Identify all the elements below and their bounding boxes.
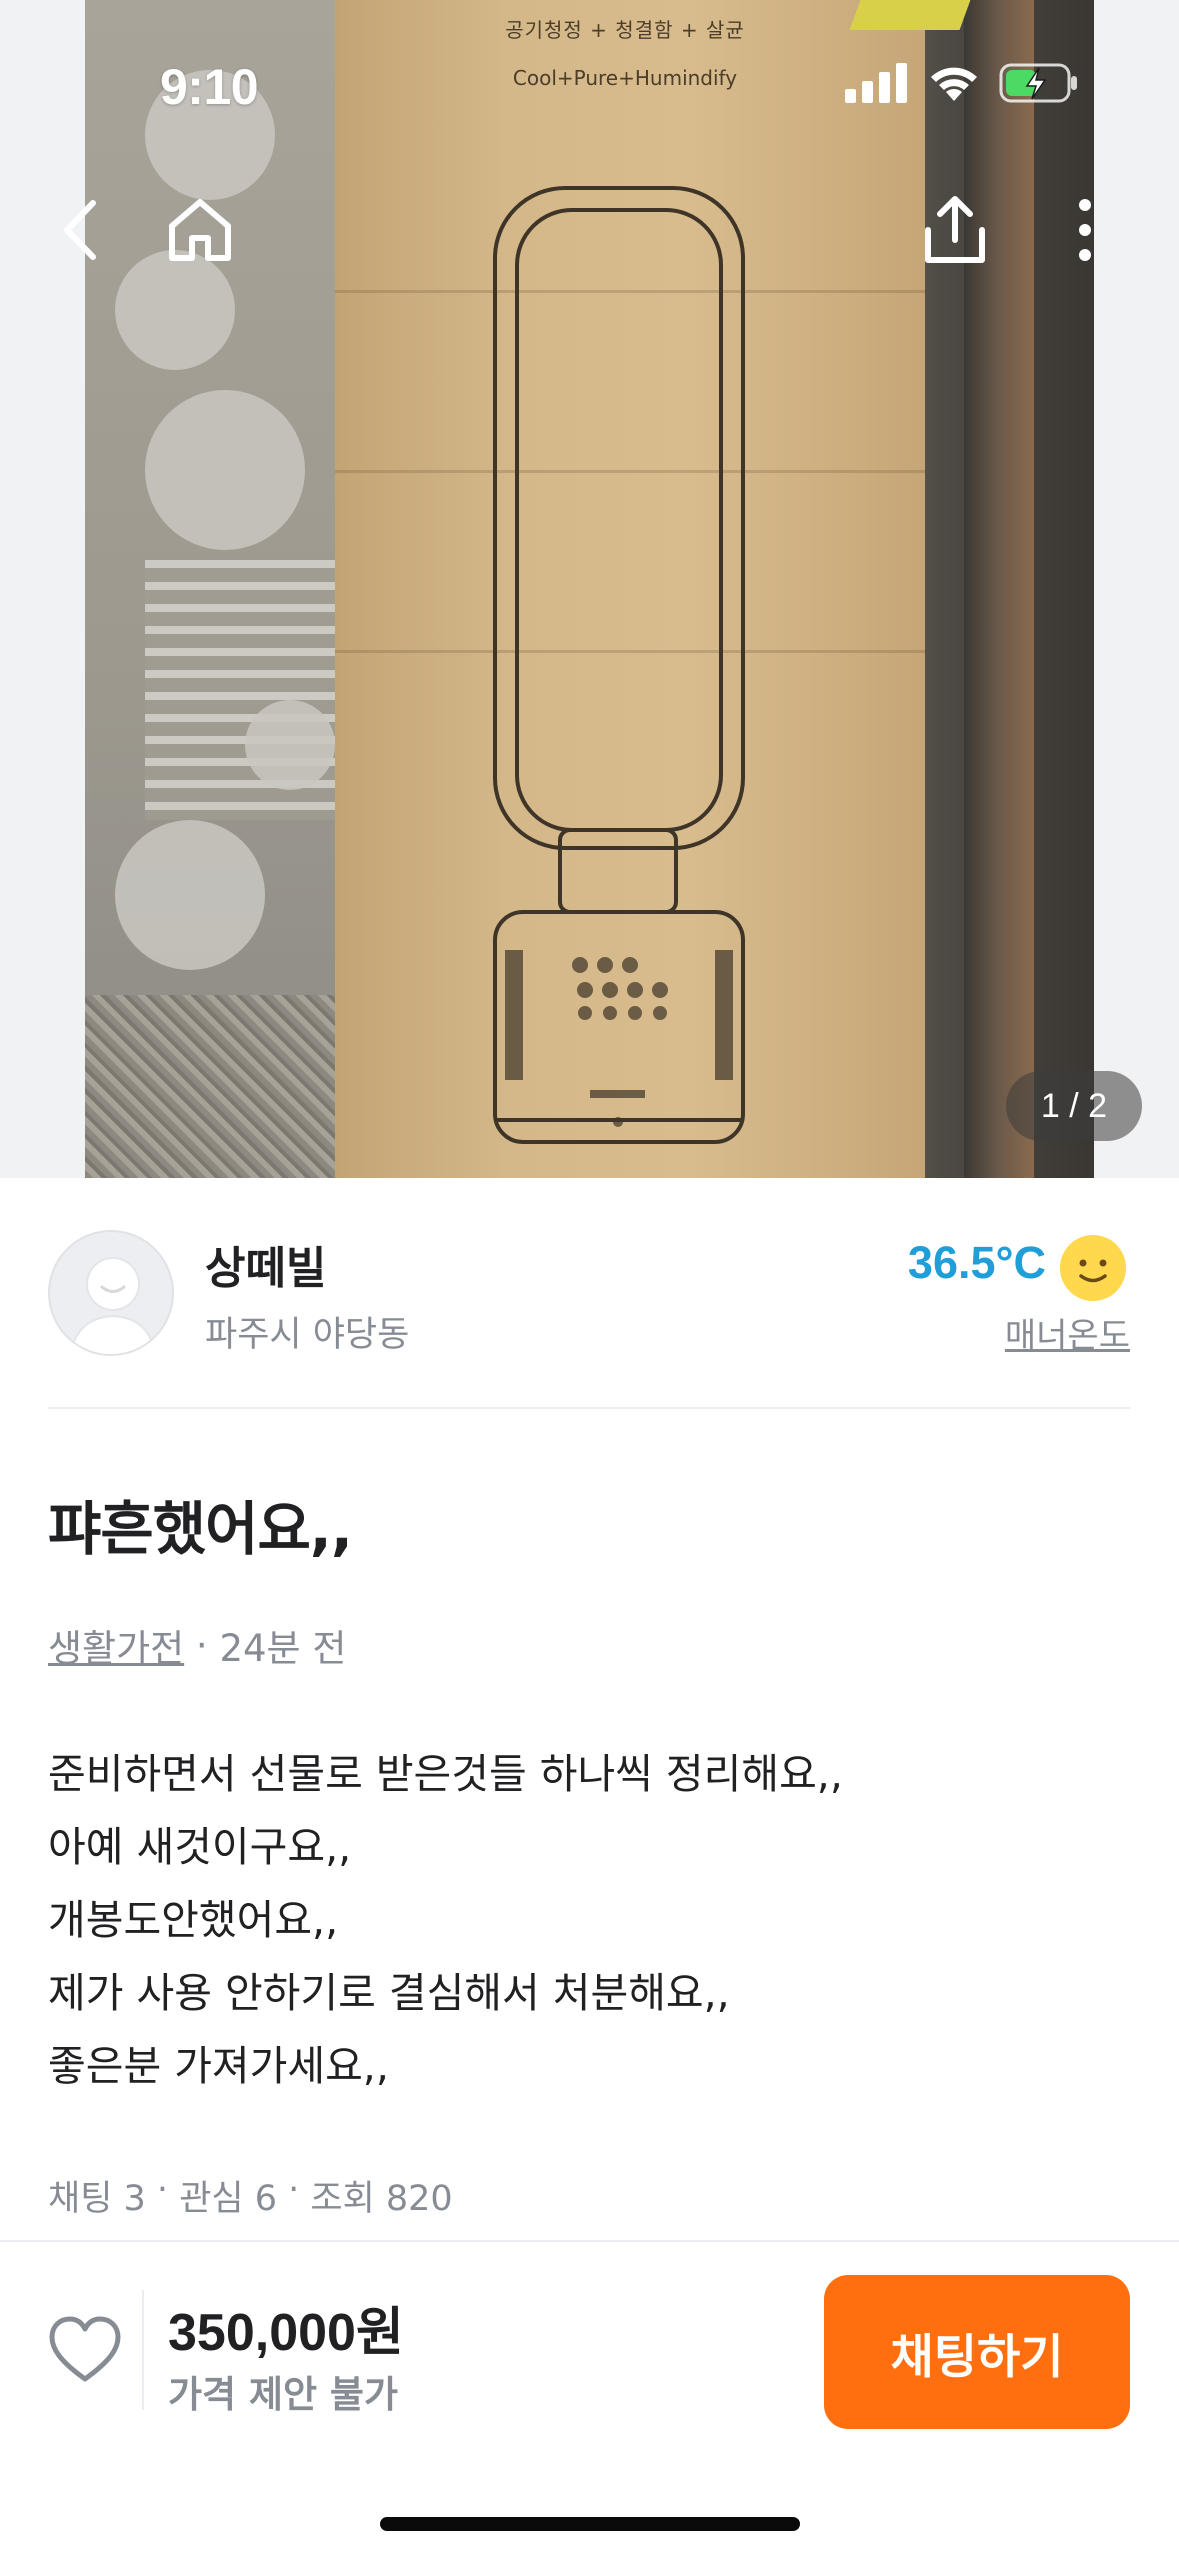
price-offer-status: 가격 제안 불가	[168, 2373, 399, 2416]
description-line: 좋은분 가져가세요,,	[48, 2042, 389, 2090]
share-icon	[925, 196, 985, 263]
cellular-signal-icon	[845, 63, 909, 107]
bottom-bar-separator	[142, 2290, 144, 2410]
default-profile-icon	[69, 1257, 157, 1354]
like-count: 관심 6	[179, 2179, 277, 2219]
product-photo[interactable]: 공기청정 + 청결함 + 살균 Cool+Pure+Humindify	[0, 0, 1179, 1178]
manner-temperature: 36.5°C	[907, 1237, 1046, 1288]
home-button[interactable]	[155, 185, 245, 275]
wifi-icon	[927, 63, 981, 107]
home-indicator[interactable]	[380, 2517, 800, 2531]
description-line: 준비하면서 선물로 받은것들 하나씩 정리해요,,	[48, 1750, 843, 1798]
battery-charging-icon	[999, 62, 1079, 108]
photo-margin-right	[1094, 0, 1179, 1178]
section-divider	[48, 1407, 1130, 1409]
price: 350,000원	[168, 2304, 404, 2362]
chevron-left-icon	[64, 200, 96, 260]
seller-avatar[interactable]	[48, 1230, 174, 1356]
product-image: 공기청정 + 청결함 + 살균 Cool+Pure+Humindify	[85, 0, 1094, 1178]
status-icons	[845, 62, 1079, 108]
seller-name[interactable]: 상떼빌	[205, 1232, 326, 1296]
wall-pattern-circle	[245, 700, 335, 790]
smile-face-icon	[1058, 1233, 1128, 1303]
manner-temperature-label[interactable]: 매너온도	[1005, 1308, 1130, 1357]
bottom-bar-divider	[0, 2240, 1179, 2242]
description-line: 아예 새것이구요,,	[48, 1823, 352, 1871]
description-line: 개봉도안했어요,,	[48, 1896, 339, 1944]
stats-separator: ·	[276, 2170, 311, 2210]
stats-separator: ·	[145, 2170, 180, 2210]
chat-count: 채팅 3	[48, 2179, 146, 2219]
category-link[interactable]: 생활가전	[48, 1618, 184, 1672]
image-counter: 1 / 2	[1006, 1071, 1142, 1141]
like-button[interactable]	[48, 2315, 122, 2385]
wall-pattern-circle	[145, 390, 305, 550]
cardboard-box: 공기청정 + 청결함 + 살균 Cool+Pure+Humindify	[335, 0, 971, 1178]
more-vertical-icon	[1079, 199, 1091, 261]
wall-pattern-circle	[115, 820, 265, 970]
post-description: 준비하면서 선물로 받은것들 하나씩 정리해요,, 아예 새것이구요,, 개봉도…	[48, 1738, 843, 2103]
seller-location: 파주시 야당동	[205, 1315, 410, 1355]
door-edge	[964, 0, 1034, 1178]
share-button[interactable]	[910, 185, 1000, 275]
post-stats: 채팅 3 · 관심 6 · 조회 820	[48, 2170, 453, 2221]
meta-separator: ·	[184, 1623, 220, 1667]
more-options-button[interactable]	[1040, 185, 1130, 275]
chat-button[interactable]: 채팅하기	[824, 2275, 1130, 2429]
post-time: 24분 전	[219, 1627, 347, 1670]
heart-icon	[49, 2316, 121, 2382]
status-time: 9:10	[160, 59, 259, 115]
post-meta: 생활가전 · 24분 전	[48, 1618, 346, 1672]
photo-margin-left	[0, 0, 85, 1178]
home-icon	[169, 199, 231, 261]
fan-outline-drawing	[493, 186, 745, 1144]
post-title: 퍄흔했어요,,	[48, 1495, 353, 1563]
view-count: 조회 820	[310, 2179, 453, 2219]
description-line: 제가 사용 안하기로 결심해서 처분해요,,	[48, 1969, 730, 2017]
back-button[interactable]	[35, 185, 125, 275]
